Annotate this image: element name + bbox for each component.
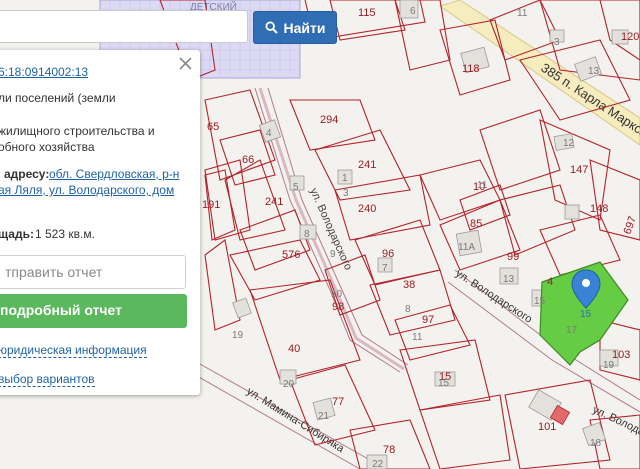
parcel-label: 115 (358, 7, 376, 19)
parcel-label: 118 (462, 63, 480, 75)
house-label: 3 (343, 188, 349, 199)
house-label: 1 (342, 173, 348, 184)
parcel-label: 241 (358, 159, 376, 171)
house-label: 20 (283, 379, 295, 390)
address-link-line1[interactable]: обл. Свердловская, р-н (49, 167, 179, 182)
house-label: 12 (563, 138, 575, 149)
house-label: 11A (458, 242, 475, 253)
house-label: 8 (405, 304, 411, 315)
house-label: 15 (534, 296, 546, 307)
parcel-label: 103 (612, 349, 630, 361)
parcel-label: 40 (288, 343, 300, 355)
parcel-label: 77 (332, 396, 344, 408)
parcel-label: 191 (202, 199, 220, 211)
parcel-label: 101 (538, 421, 556, 433)
house-label: 17 (566, 325, 578, 336)
parcel-label: 65 (207, 121, 219, 133)
house-label: 13 (503, 274, 515, 285)
parcel-label: 38 (403, 279, 415, 291)
house-label: 11 (412, 332, 423, 343)
house-label: 7 (382, 263, 388, 274)
house-label: 9 (330, 249, 336, 260)
send-report-placeholder: тправить отчет (5, 264, 103, 280)
parcel-label: 85 (470, 218, 482, 230)
house-label: 21 (318, 411, 330, 422)
choose-variants-link[interactable]: выбор вариантов (0, 372, 95, 387)
detailed-report-button[interactable]: подробный отчет (0, 294, 187, 328)
house-label: 22 (372, 459, 384, 469)
search-input[interactable] (0, 11, 247, 42)
parcel-label: 294 (320, 114, 338, 126)
house-label: 18 (590, 438, 602, 449)
house-label: 11 (517, 8, 528, 19)
address-link-line2[interactable]: ая Ляля, ул. Володарского, дом (0, 183, 174, 198)
parcel-label: 4 (547, 276, 553, 288)
search-box[interactable] (0, 10, 248, 43)
parcel-label: 241 (265, 196, 283, 208)
parcel-label: 97 (422, 314, 434, 326)
parcel-label: 99 (507, 251, 519, 263)
house-label: 3 (554, 37, 560, 48)
detailed-report-label: подробный отчет (0, 302, 123, 318)
house-label: 8 (304, 229, 310, 240)
search-icon (265, 21, 278, 34)
parcel-label: 78 (383, 444, 395, 456)
close-icon[interactable] (179, 57, 192, 70)
parcel-label: 66 (242, 154, 254, 166)
marker-label: 15 (580, 309, 592, 320)
parcel-label: 96 (382, 248, 394, 260)
parcel-label: 240 (358, 203, 376, 215)
house-label: 11 (477, 180, 488, 191)
parcel-label: 120 (621, 31, 639, 43)
house-label: 4 (266, 128, 272, 139)
find-button[interactable]: Найти (253, 11, 337, 44)
parcel-label: 147 (570, 164, 588, 176)
parcel-label: 148 (590, 203, 608, 215)
legal-info-link[interactable]: юридическая информация (0, 343, 147, 358)
send-report-input[interactable]: тправить отчет (0, 255, 186, 289)
house-label: 10 (331, 289, 343, 300)
parcel-label: 576 (282, 249, 300, 261)
cadastral-number-link[interactable]: 6:18:0914002:13 (0, 65, 88, 80)
house-label: 15 (438, 378, 450, 389)
house-label: 5 (293, 182, 299, 193)
find-button-label: Найти (283, 19, 326, 36)
house-label: 6 (410, 6, 416, 17)
house-label: 13 (588, 66, 600, 77)
parcel-label: 98 (332, 301, 344, 313)
house-label: 19 (232, 330, 244, 341)
house-label: 19 (603, 360, 615, 371)
